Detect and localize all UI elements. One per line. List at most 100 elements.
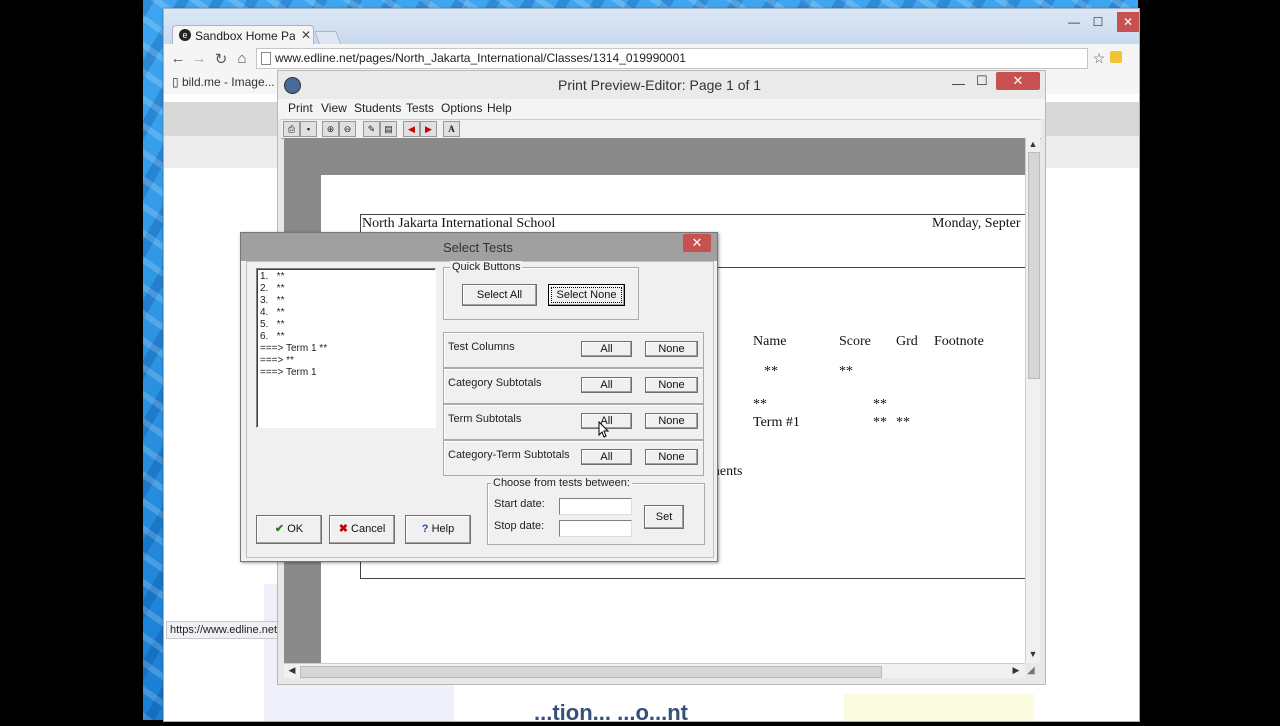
bookmark-label: bild.me - Image... <box>181 75 275 89</box>
col-footnote-header: Footnote <box>934 334 984 349</box>
list-item[interactable]: 2. ** <box>260 283 284 295</box>
scroll-up-icon[interactable]: ▲ <box>1026 139 1040 149</box>
row1-name: ** <box>764 364 778 379</box>
ok-button[interactable]: ✔ OK <box>256 515 322 544</box>
help-button[interactable]: ? Help <box>405 515 471 544</box>
list-item[interactable]: 1. ** <box>260 271 284 283</box>
browser-toolbar: ← → ↻ ⌂ www.edline.net/pages/North_Jakar… <box>164 44 1139 73</box>
font-icon[interactable]: A <box>443 121 460 137</box>
maximize-icon[interactable]: ☐ <box>1086 15 1110 29</box>
test-columns-all-button[interactable]: All <box>581 341 632 357</box>
select-all-button[interactable]: Select All <box>462 284 537 306</box>
mouse-cursor-icon <box>598 421 610 438</box>
forward-icon[interactable]: → <box>190 50 208 67</box>
category-subtotals-none-button[interactable]: None <box>645 377 698 393</box>
row3-name: Term #1 <box>753 415 800 430</box>
menu-options[interactable]: Options <box>441 101 482 115</box>
category-subtotals-all-button[interactable]: All <box>581 377 632 393</box>
term-subtotals-none-button[interactable]: None <box>645 413 698 429</box>
scroll-left-icon[interactable]: ◀ <box>285 665 299 676</box>
list-item[interactable]: ===> Term 1 <box>260 367 317 379</box>
menu-help[interactable]: Help <box>487 101 512 115</box>
list-item[interactable]: 4. ** <box>260 307 284 319</box>
tab-strip: e Sandbox Home Page ✕ — ☐ ✕ <box>164 9 1139 46</box>
start-date-input[interactable] <box>559 498 632 515</box>
next-page-icon[interactable]: ▶ <box>420 121 437 137</box>
checkmark-icon: ✔ <box>274 523 288 535</box>
scroll-right-icon[interactable]: ▶ <box>1009 665 1023 676</box>
list-item[interactable]: 3. ** <box>260 295 284 307</box>
row3-score: ** <box>873 415 887 430</box>
cancel-label: Cancel <box>351 523 386 535</box>
zoom-in-icon[interactable]: ⊕ <box>322 121 339 137</box>
dialog-titlebar[interactable]: Select Tests ✕ <box>241 233 717 261</box>
extension-icon[interactable] <box>1110 51 1122 63</box>
cancel-x-icon: ✖ <box>338 523 352 535</box>
bookmark-item[interactable]: ▯ bild.me - Image... <box>172 75 275 89</box>
category-term-subtotals-all-button[interactable]: All <box>581 449 632 465</box>
edline-favicon-icon: e <box>179 29 191 41</box>
home-icon[interactable]: ⌂ <box>233 50 251 67</box>
row2-name: ** <box>753 397 767 412</box>
print-preview-titlebar[interactable]: Print Preview-Editor: Page 1 of 1 — ☐ ✕ <box>278 71 1045 99</box>
col-grd-header: Grd <box>896 334 918 349</box>
maximize-icon[interactable]: ☐ <box>976 73 988 89</box>
list-item[interactable]: ===> ** <box>260 355 294 367</box>
app-icon <box>284 77 301 94</box>
bookmark-page-icon: ▯ <box>172 75 182 89</box>
scroll-down-icon[interactable]: ▼ <box>1026 649 1040 659</box>
set-button[interactable]: Set <box>644 505 684 529</box>
dialog-title: Select Tests <box>443 240 513 255</box>
close-icon[interactable]: ✕ <box>1117 12 1139 32</box>
menu-tests[interactable]: Tests <box>406 101 434 115</box>
save-icon[interactable]: ▪ <box>300 121 317 137</box>
url-text: www.edline.net/pages/North_Jakarta_Inter… <box>275 51 686 65</box>
dialog-body: 1. ** 2. ** 3. ** 4. ** 5. ** 6. ** ===>… <box>246 261 714 558</box>
list-item[interactable]: 6. ** <box>260 331 284 343</box>
page-icon <box>261 52 271 65</box>
dialog-close-icon[interactable]: ✕ <box>683 234 711 252</box>
select-tests-dialog: Select Tests ✕ 1. ** 2. ** 3. ** 4. ** 5… <box>240 232 718 562</box>
vertical-scrollbar[interactable]: ▲ ▼ <box>1025 138 1040 663</box>
minimize-icon[interactable]: — <box>1062 15 1086 29</box>
page-highlight-area <box>844 694 1034 721</box>
row1-score: ** <box>839 364 853 379</box>
page-setup-icon[interactable]: ▤ <box>380 121 397 137</box>
quick-buttons-label: Quick Buttons <box>450 261 523 273</box>
zoom-out-icon[interactable]: ⊖ <box>339 121 356 137</box>
list-item[interactable]: 5. ** <box>260 319 284 331</box>
test-list[interactable]: 1. ** 2. ** 3. ** 4. ** 5. ** 6. ** ===>… <box>256 268 436 428</box>
reload-icon[interactable]: ↻ <box>212 50 230 68</box>
resize-grip-icon[interactable]: ◢ <box>1027 665 1035 676</box>
back-icon[interactable]: ← <box>169 50 187 67</box>
menu-print[interactable]: Print <box>288 101 313 115</box>
category-term-subtotals-none-button[interactable]: None <box>645 449 698 465</box>
stop-date-label: Stop date: <box>494 520 545 532</box>
close-icon[interactable]: ✕ <box>996 72 1040 90</box>
test-columns-label: Test Columns <box>448 341 515 353</box>
address-bar[interactable]: www.edline.net/pages/North_Jakarta_Inter… <box>256 48 1088 69</box>
col-name-header: Name <box>753 334 787 349</box>
test-columns-none-button[interactable]: None <box>645 341 698 357</box>
category-term-subtotals-label: Category-Term Subtotals <box>448 449 570 461</box>
previous-page-icon[interactable]: ◀ <box>403 121 420 137</box>
report-date: Monday, Septer <box>932 216 1021 231</box>
cancel-button[interactable]: ✖ Cancel <box>329 515 395 544</box>
horizontal-scrollbar[interactable]: ◀ ▶ <box>284 663 1025 678</box>
menu-view[interactable]: View <box>321 101 347 115</box>
star-icon[interactable]: ☆ <box>1090 50 1108 67</box>
edit-icon[interactable]: ✎ <box>363 121 380 137</box>
tab-close-icon[interactable]: ✕ <box>301 28 311 42</box>
minimize-icon[interactable]: — <box>952 76 965 91</box>
help-icon: ? <box>421 523 432 535</box>
start-date-label: Start date: <box>494 498 545 510</box>
browser-tab[interactable]: e Sandbox Home Page ✕ <box>172 25 314 46</box>
vertical-scroll-thumb[interactable] <box>1028 152 1040 379</box>
horizontal-scroll-thumb[interactable] <box>300 666 882 678</box>
list-item[interactable]: ===> Term 1 ** <box>260 343 327 355</box>
printer-icon[interactable]: ⎙ <box>283 121 300 137</box>
menu-students[interactable]: Students <box>354 101 401 115</box>
stop-date-input[interactable] <box>559 520 632 537</box>
col-score-header: Score <box>839 334 871 349</box>
select-none-button[interactable]: Select None <box>548 284 625 306</box>
